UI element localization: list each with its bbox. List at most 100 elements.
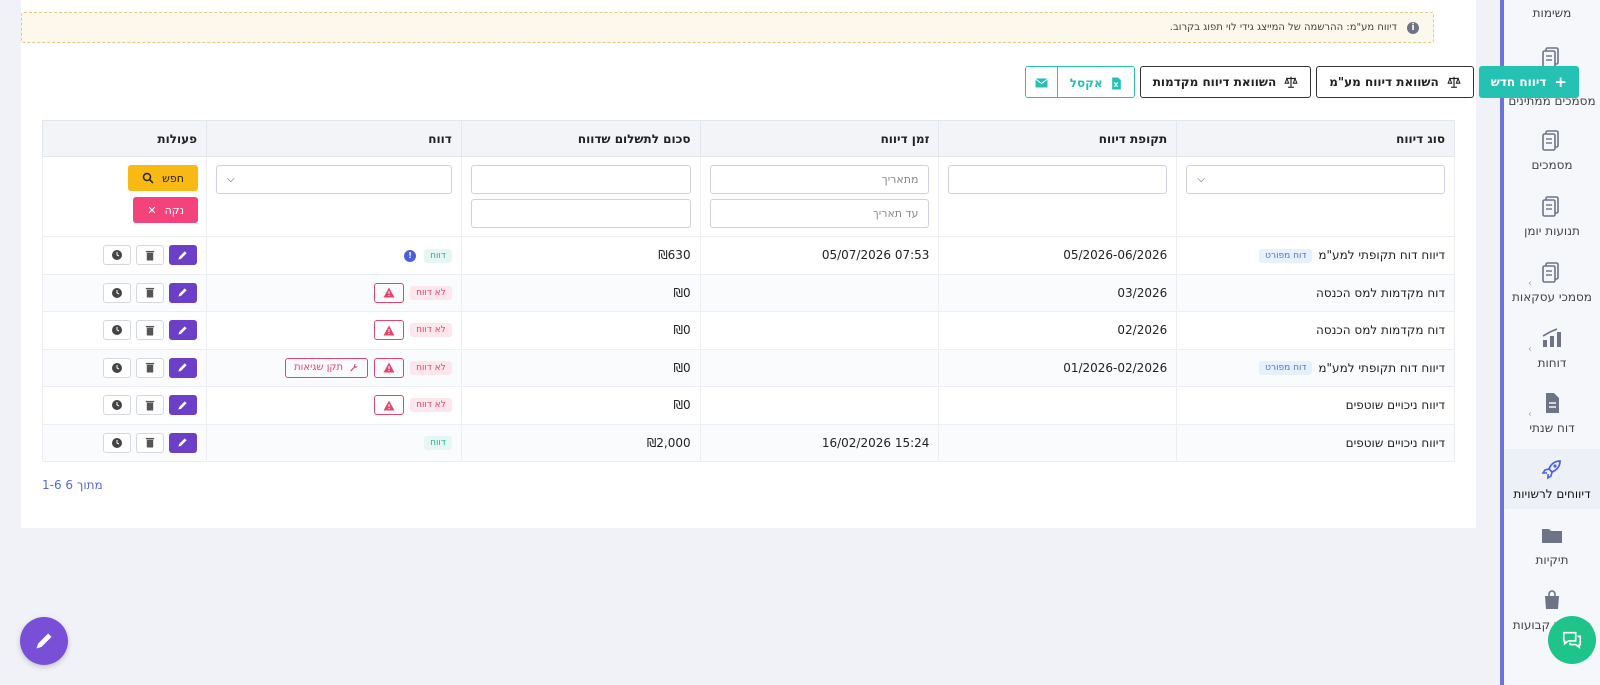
envelope-icon	[1034, 78, 1048, 88]
column-header-report-type[interactable]: סוג דיווח	[1176, 120, 1455, 157]
clear-label: נקה	[164, 203, 184, 217]
delete-button[interactable]	[135, 245, 164, 266]
delete-button[interactable]	[135, 320, 164, 341]
sidebar-item-folders[interactable]: תיקיות	[1504, 523, 1600, 567]
file-icon	[1546, 393, 1559, 413]
table-row: דיווח ניכויים שוטפים ₪0 לא דווח	[42, 386, 1455, 425]
bag-icon	[1545, 590, 1559, 609]
cell-amount: ₪0	[460, 273, 701, 312]
excel-button[interactable]: אקסל	[1057, 67, 1134, 97]
history-button[interactable]	[102, 432, 131, 453]
cell-amount: ₪0	[460, 311, 701, 350]
new-report-button[interactable]: + דיווח חדש	[1478, 66, 1579, 98]
info-icon[interactable]: !	[404, 249, 417, 262]
column-header-reported[interactable]: דווח	[205, 120, 462, 157]
delete-button[interactable]	[135, 357, 164, 378]
report-type-text: דיווח דוח תקופתי למע"מ	[1318, 360, 1445, 375]
warning-icon	[383, 287, 395, 298]
clock-icon	[111, 287, 122, 298]
sidebar-item-journal[interactable]: תנועות יומן	[1504, 194, 1600, 238]
edit-button[interactable]	[168, 320, 197, 341]
search-icon	[142, 172, 154, 184]
sidebar-item-transactions[interactable]: ‹ מסמכי עסקאות	[1504, 260, 1600, 304]
edit-button[interactable]	[168, 282, 197, 303]
not-reported-badge: לא דווח	[410, 285, 452, 300]
fix-errors-button[interactable]: תקן שגיאות	[285, 357, 369, 378]
filter-cell: מתאריך עד תאריך	[699, 156, 940, 237]
history-button[interactable]	[102, 245, 131, 266]
report-type-text: דוח מקדמות למס הכנסה	[1316, 285, 1445, 300]
report-type-text: דוח מקדמות למס הכנסה	[1316, 323, 1445, 338]
warning-button[interactable]	[374, 395, 405, 416]
quick-edit-fab[interactable]	[20, 617, 68, 665]
trash-icon	[145, 438, 155, 448]
search-button[interactable]: חפש	[128, 165, 198, 191]
clock-icon	[111, 250, 122, 261]
cell-report-type: דיווח ניכויים שוטפים	[1176, 386, 1455, 425]
filter-cell: ⌵	[205, 156, 462, 237]
transactions-icon	[1542, 262, 1559, 283]
chat-button[interactable]	[1548, 616, 1596, 664]
amount-from-input[interactable]	[470, 165, 691, 194]
cell-report-time: 07:53 05/07/2026	[699, 236, 940, 275]
column-header-period[interactable]: תקופת דיווח	[938, 120, 1178, 157]
excel-label: אקסל	[1069, 76, 1103, 90]
cell-reported: דווח!	[205, 236, 462, 275]
report-type-text: דיווח ניכויים שוטפים	[1345, 435, 1445, 450]
period-filter-input[interactable]	[948, 165, 1168, 194]
delete-button[interactable]	[135, 282, 164, 303]
sidebar-item-reports[interactable]: ‹ דוחות	[1504, 326, 1600, 370]
history-button[interactable]	[102, 282, 131, 303]
report-type-select[interactable]: ⌵	[1186, 165, 1445, 194]
edit-button[interactable]	[168, 432, 197, 453]
edit-button[interactable]	[168, 357, 197, 378]
compare-vat-button[interactable]: השוואת דיווח מע"מ	[1316, 66, 1474, 98]
history-button[interactable]	[102, 320, 131, 341]
from-date-input[interactable]: מתאריך	[709, 165, 930, 194]
cell-report-type: דיווח דוח תקופתי למע"מ דוח מפורט	[1176, 236, 1455, 275]
cell-period	[938, 423, 1178, 462]
sidebar-item-label: תיקיות	[1535, 553, 1569, 567]
cell-actions	[42, 273, 207, 312]
cell-period: 01/2026-02/2026	[938, 348, 1178, 387]
filter-cell: חפש נקה ✕	[42, 156, 207, 237]
to-date-input[interactable]: עד תאריך	[709, 199, 930, 228]
pencil-icon	[178, 401, 188, 410]
table-row: דיווח דוח תקופתי למע"מ דוח מפורט 05/2026-…	[42, 236, 1455, 275]
warning-button[interactable]	[374, 320, 405, 341]
delete-button[interactable]	[135, 432, 164, 453]
toolbar: + דיווח חדש השוואת דיווח מע"מ השוואת דיו…	[1024, 66, 1579, 98]
amount-to-input[interactable]	[470, 199, 691, 228]
trash-icon	[145, 250, 155, 261]
search-label: חפש	[162, 171, 184, 185]
cell-actions	[42, 423, 207, 462]
sidebar-item-label: דוח שנתי	[1529, 421, 1575, 435]
compare-vat-label: השוואת דיווח מע"מ	[1329, 75, 1439, 89]
warning-button[interactable]	[374, 357, 405, 378]
clear-button[interactable]: נקה ✕	[133, 197, 198, 223]
sidebar-item-authority-reports[interactable]: דיווחים לרשויות	[1504, 449, 1600, 509]
column-header-report-time[interactable]: זמן דיווח	[699, 120, 940, 157]
sidebar-item-documents[interactable]: מסמכים	[1504, 128, 1600, 172]
sidebar-item-annual-report[interactable]: ‹ דוח שנתי	[1504, 391, 1600, 435]
balance-scale-icon	[1447, 76, 1461, 88]
delete-button[interactable]	[135, 395, 164, 416]
warning-button[interactable]	[374, 282, 405, 303]
compare-advances-button[interactable]: השוואת דיווח מקדמות	[1139, 66, 1312, 98]
sidebar-item-tasks[interactable]: משימות	[1504, 6, 1600, 20]
reported-select[interactable]: ⌵	[215, 165, 452, 194]
reported-badge: דווח	[424, 436, 452, 450]
column-header-amount[interactable]: סכום לתשלום שדווח	[460, 120, 701, 157]
email-button[interactable]	[1025, 67, 1057, 97]
journal-icon	[1542, 196, 1559, 217]
chat-icon	[1562, 631, 1582, 649]
sidebar-item-label: משימות	[1532, 6, 1572, 20]
cell-reported: לא דווח תקן שגיאות	[205, 348, 462, 387]
chevron-left-icon: ‹	[1528, 278, 1532, 289]
history-button[interactable]	[102, 357, 131, 378]
reports-table: סוג דיווח תקופת דיווח זמן דיווח סכום לתש…	[42, 120, 1455, 462]
edit-button[interactable]	[168, 395, 197, 416]
history-button[interactable]	[102, 395, 131, 416]
edit-button[interactable]	[168, 245, 197, 266]
info-icon: i	[1407, 21, 1419, 34]
